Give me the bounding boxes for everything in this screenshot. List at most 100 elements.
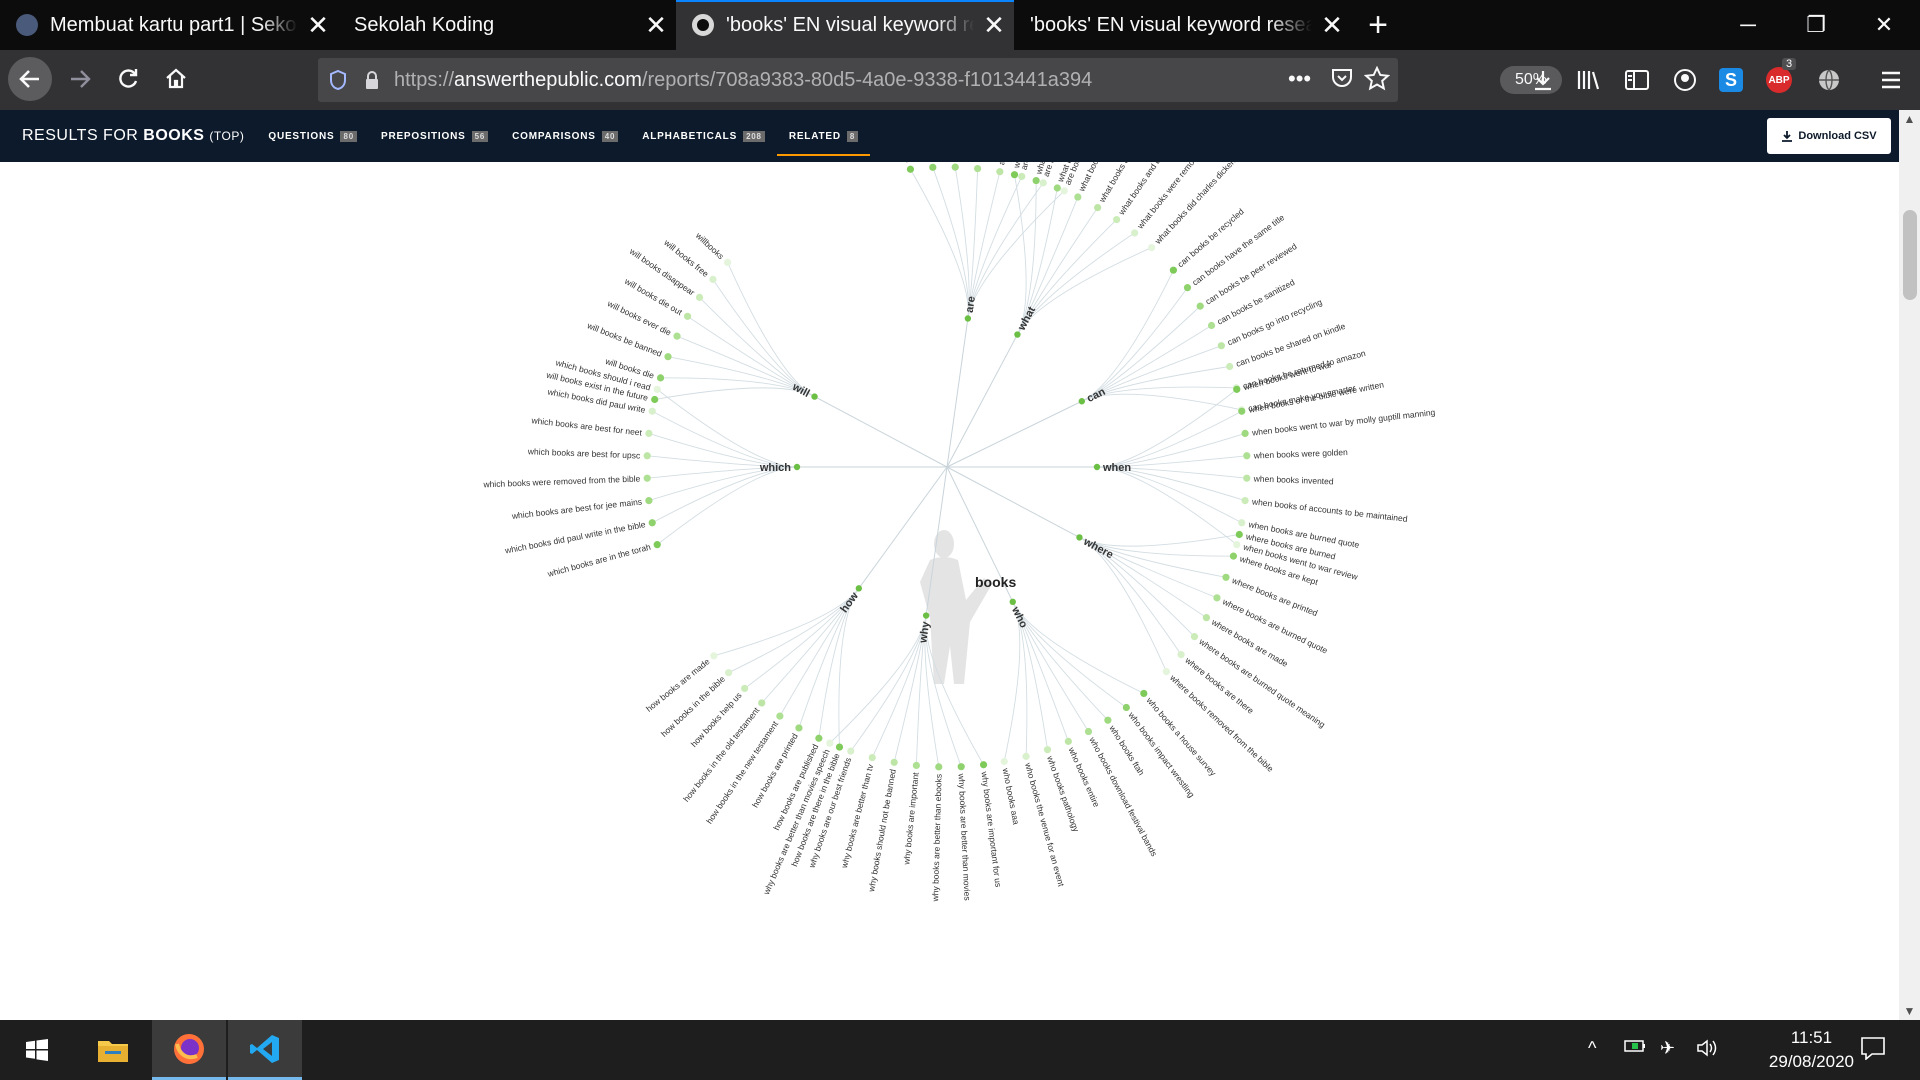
tab-close-icon[interactable]: ✕ xyxy=(1312,10,1352,41)
leaf-dot[interactable] xyxy=(1131,229,1139,237)
leaf-label[interactable]: which books are best for jee mains xyxy=(510,496,642,521)
leaf-dot[interactable] xyxy=(868,753,876,762)
leaf-dot[interactable] xyxy=(695,293,704,301)
tab-prepositions[interactable]: PREPOSITIONS 56 xyxy=(381,110,489,162)
leaf-label[interactable]: are books still relevant xyxy=(894,78,914,164)
leaf-label[interactable]: which books are best for neet xyxy=(530,415,643,438)
tab-comparisons[interactable]: COMPARISONS 40 xyxy=(512,110,619,162)
page-actions-icon[interactable]: ••• xyxy=(1288,66,1311,92)
account-icon[interactable] xyxy=(1670,65,1700,95)
url-bar[interactable]: https://answerthepublic.com/reports/708a… xyxy=(318,58,1562,102)
leaf-dot[interactable] xyxy=(906,165,915,173)
leaf-dot[interactable] xyxy=(979,761,988,769)
scrollbar-thumb[interactable] xyxy=(1903,210,1917,300)
browser-tab[interactable]: Sekolah Koding ✕ xyxy=(338,0,676,50)
tab-questions[interactable]: QUESTIONS 80 xyxy=(268,110,357,162)
show-hidden-icons-icon[interactable]: ^ xyxy=(1588,1038,1596,1059)
leaf-dot[interactable] xyxy=(645,496,653,505)
branch-label-which[interactable]: which xyxy=(759,462,791,474)
leaf-dot[interactable] xyxy=(847,747,855,755)
branch-label-what[interactable]: what xyxy=(1015,304,1038,333)
browser-tab[interactable]: 'books' EN visual keyword research ✕ xyxy=(1014,0,1352,50)
leaf-dot[interactable] xyxy=(1233,385,1241,393)
leaf-dot[interactable] xyxy=(653,541,661,549)
leaf-dot[interactable] xyxy=(664,353,672,361)
leaf-dot[interactable] xyxy=(710,652,718,660)
branch-label-will[interactable]: will xyxy=(789,381,811,400)
leaf-dot[interactable] xyxy=(1217,342,1225,350)
downloads-icon[interactable] xyxy=(1528,65,1558,95)
leaf-label[interactable]: when books invented xyxy=(1253,473,1334,486)
leaf-label[interactable]: why books are better than movies xyxy=(956,772,972,900)
branch-label-where[interactable]: where xyxy=(1081,535,1116,561)
tracking-protection-shield-icon[interactable] xyxy=(318,69,358,91)
leaf-label[interactable]: why books are important xyxy=(901,771,921,866)
leaf-dot[interactable] xyxy=(1104,716,1112,724)
leaf-dot[interactable] xyxy=(1060,187,1068,195)
leaf-dot[interactable] xyxy=(1177,651,1185,659)
start-button[interactable] xyxy=(0,1020,74,1080)
leaf-label[interactable]: which books were removed from the bible xyxy=(482,473,640,489)
close-window-button[interactable]: ✕ xyxy=(1850,0,1918,50)
lock-icon[interactable] xyxy=(358,70,386,90)
leaf-label[interactable]: how books in the bible xyxy=(659,674,727,739)
leaf-dot[interactable] xyxy=(1229,552,1238,560)
leaf-dot[interactable] xyxy=(826,739,834,747)
leaf-dot[interactable] xyxy=(709,275,717,283)
leaf-dot[interactable] xyxy=(1074,193,1082,201)
leaf-dot[interactable] xyxy=(890,758,898,766)
leaf-label[interactable]: which books are in the torah xyxy=(546,542,653,580)
leaf-dot[interactable] xyxy=(1226,362,1234,371)
leaf-dot[interactable] xyxy=(643,452,651,460)
leaf-label[interactable]: why books should not be banned xyxy=(866,768,898,893)
leaf-dot[interactable] xyxy=(795,724,803,732)
leaf-dot[interactable] xyxy=(1053,184,1061,192)
new-tab-button[interactable]: + xyxy=(1352,0,1404,50)
leaf-dot[interactable] xyxy=(653,385,661,393)
pocket-icon[interactable] xyxy=(1330,66,1354,96)
branch-label-who[interactable]: who xyxy=(1009,604,1030,630)
taskbar-clock[interactable]: 11:51 29/08/2020 xyxy=(1769,1026,1854,1074)
leaf-dot[interactable] xyxy=(651,395,659,404)
firefox-taskbar-button[interactable] xyxy=(152,1020,226,1080)
leaf-dot[interactable] xyxy=(1000,757,1008,766)
leaf-dot[interactable] xyxy=(1233,541,1241,549)
leaf-dot[interactable] xyxy=(643,474,651,482)
leaf-label[interactable]: when books went to war by molly guptill … xyxy=(1251,407,1436,438)
forward-button[interactable] xyxy=(58,57,102,101)
leaf-dot[interactable] xyxy=(1238,519,1246,527)
skype-extension-icon[interactable]: S xyxy=(1716,65,1746,95)
leaf-dot[interactable] xyxy=(1032,176,1040,185)
leaf-dot[interactable] xyxy=(835,743,844,751)
branch-label-when[interactable]: when xyxy=(1102,462,1131,474)
branch-label-why[interactable]: why xyxy=(917,620,932,645)
leaf-dot[interactable] xyxy=(1084,727,1093,736)
leaf-dot[interactable] xyxy=(1122,703,1130,712)
browser-tab-active[interactable]: 'books' EN visual keyword research ✕ xyxy=(676,0,1014,50)
notifications-icon[interactable] xyxy=(1860,1036,1886,1065)
leaf-dot[interactable] xyxy=(996,168,1004,176)
leaf-dot[interactable] xyxy=(1010,171,1019,179)
leaf-dot[interactable] xyxy=(1043,746,1052,754)
leaf-dot[interactable] xyxy=(1202,614,1211,622)
leaf-dot[interactable] xyxy=(1196,302,1204,310)
leaf-dot[interactable] xyxy=(929,163,937,171)
leaf-dot[interactable] xyxy=(776,712,784,720)
leaf-dot[interactable] xyxy=(1207,321,1216,330)
scroll-up-icon[interactable]: ▲ xyxy=(1899,112,1920,126)
leaf-label[interactable]: why books are important for us xyxy=(979,770,1003,888)
leaf-label[interactable]: what books did charles dickens write xyxy=(1152,138,1254,247)
leaf-dot[interactable] xyxy=(1243,474,1251,482)
leaf-dot[interactable] xyxy=(656,374,665,382)
leaf-label[interactable]: when books went to war xyxy=(1241,359,1333,393)
battery-icon[interactable] xyxy=(1624,1038,1646,1059)
leaf-label[interactable]: can books be peer reviewed xyxy=(1203,241,1298,307)
branch-label-are[interactable]: are xyxy=(964,295,978,313)
tab-close-icon[interactable]: ✕ xyxy=(974,10,1014,41)
menu-hamburger-icon[interactable] xyxy=(1876,65,1906,95)
leaf-dot[interactable] xyxy=(1213,594,1221,602)
url-text[interactable]: https://answerthepublic.com/reports/708a… xyxy=(394,69,1092,92)
leaf-dot[interactable] xyxy=(1222,573,1230,581)
leaf-label[interactable]: which books are best for upsc xyxy=(527,446,641,460)
leaf-dot[interactable] xyxy=(683,312,692,320)
